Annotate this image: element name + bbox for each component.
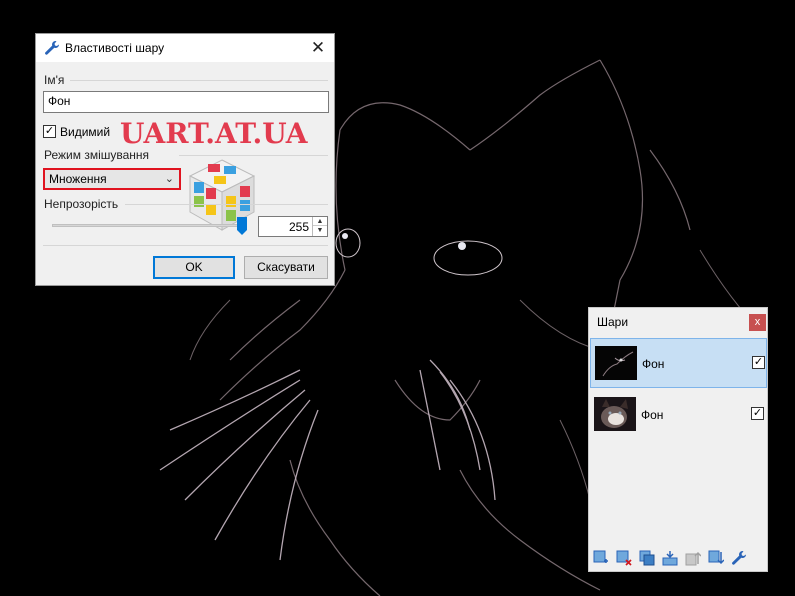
layers-panel: Шари x Фон ✓ Фон ✓	[588, 307, 768, 572]
opacity-slider-track[interactable]	[52, 224, 242, 227]
layer-name-input[interactable]: Фон	[43, 91, 329, 113]
close-icon[interactable]: x	[749, 314, 766, 331]
wrench-icon	[45, 41, 60, 55]
add-layer-icon[interactable]	[593, 550, 609, 566]
spin-up-button[interactable]: ▲	[313, 217, 327, 226]
spin-down-button[interactable]: ▼	[313, 226, 327, 235]
move-layer-up-icon[interactable]	[685, 550, 701, 566]
opacity-label: Непрозорість	[44, 197, 119, 211]
opacity-value: 255	[288, 220, 309, 234]
chevron-down-icon: ⌄	[164, 173, 174, 185]
layer-visibility-checkbox[interactable]: ✓	[751, 407, 764, 420]
name-label: Ім'я	[44, 73, 65, 87]
spin-buttons: ▲ ▼	[312, 217, 327, 236]
dialog-titlebar[interactable]: Властивості шару ✕	[36, 34, 334, 62]
layer-row[interactable]: Фон ✓	[590, 338, 767, 388]
cancel-button[interactable]: Скасувати	[244, 256, 328, 279]
close-icon[interactable]: ✕	[308, 38, 328, 58]
merge-layer-down-icon[interactable]	[662, 550, 678, 566]
divider	[43, 245, 328, 246]
opacity-spinbox[interactable]: 255 ▲ ▼	[258, 216, 328, 237]
move-layer-down-icon[interactable]	[708, 550, 724, 566]
opacity-slider-thumb[interactable]	[237, 217, 247, 235]
cube-logo-icon	[188, 159, 256, 231]
blend-mode-label: Режим змішування	[44, 148, 150, 162]
layers-panel-title: Шари	[597, 315, 629, 329]
layer-thumbnail	[595, 346, 637, 380]
layer-properties-icon[interactable]	[731, 550, 747, 566]
dialog-title: Властивості шару	[65, 41, 165, 55]
ok-button[interactable]: OK	[153, 256, 235, 279]
watermark-logo: UART.AT.UA	[120, 117, 308, 150]
divider	[70, 80, 328, 81]
layer-row[interactable]: Фон ✓	[590, 390, 767, 440]
layer-properties-dialog: Властивості шару ✕ Ім'я Фон ✓ Видимий UA…	[35, 33, 335, 286]
layer-visibility-checkbox[interactable]: ✓	[752, 356, 765, 369]
visible-label: Видимий	[60, 125, 111, 139]
layers-toolbar	[589, 546, 769, 572]
blend-mode-value: Множення	[49, 172, 107, 186]
delete-layer-icon[interactable]	[616, 550, 632, 566]
blend-mode-select[interactable]: Множення ⌄	[43, 168, 181, 190]
layer-thumbnail	[594, 397, 636, 431]
divider	[125, 204, 328, 205]
layer-name: Фон	[641, 408, 664, 422]
layer-name: Фон	[642, 357, 665, 371]
duplicate-layer-icon[interactable]	[639, 550, 655, 566]
visible-checkbox[interactable]: ✓	[43, 125, 56, 138]
